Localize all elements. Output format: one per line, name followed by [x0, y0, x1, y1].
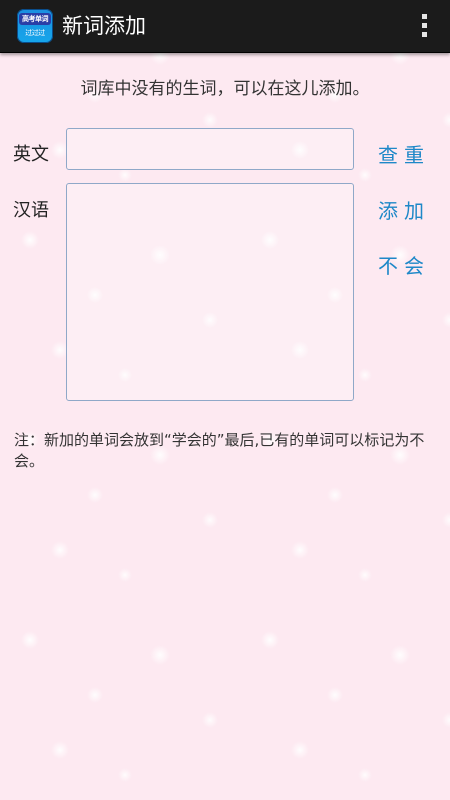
app-logo-bottom-text: 过过过: [25, 29, 45, 37]
add-button[interactable]: 添加: [378, 195, 430, 224]
mark-unknown-button[interactable]: 不会: [378, 250, 430, 279]
english-label: 英文: [13, 144, 49, 165]
overflow-menu-button[interactable]: [410, 10, 440, 42]
overflow-menu-icon: [422, 23, 427, 28]
overflow-menu-icon: [422, 32, 427, 37]
page-title: 新词添加: [62, 14, 146, 38]
app-logo-icon[interactable]: 高考单词 过过过: [17, 9, 53, 43]
note-text: 注：新加的单词会放到“学会的”最后,已有的单词可以标记为不会。: [14, 431, 425, 470]
chinese-label: 汉语: [13, 200, 49, 221]
app-logo-top-text: 高考单词: [19, 13, 51, 25]
overflow-menu-icon: [422, 14, 427, 19]
hint-text: 词库中没有的生词，可以在这儿添加。: [80, 79, 370, 99]
english-input[interactable]: [66, 128, 354, 170]
action-bar: 高考单词 过过过 新词添加: [0, 0, 450, 53]
check-duplicate-button[interactable]: 查重: [378, 139, 430, 168]
chinese-input[interactable]: [66, 183, 354, 401]
